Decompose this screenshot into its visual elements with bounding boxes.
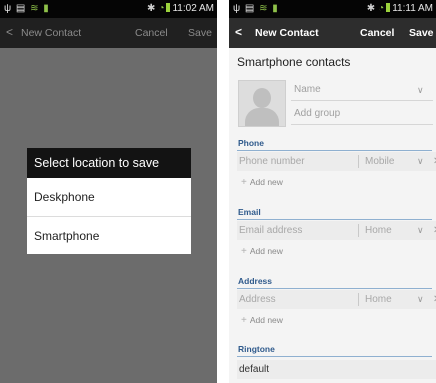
status-time: 11:11 AM bbox=[392, 3, 433, 14]
address-input[interactable]: Address bbox=[239, 290, 276, 309]
group-placeholder: Add group bbox=[294, 108, 341, 119]
address-type-select[interactable]: Home bbox=[358, 293, 392, 306]
save-button[interactable]: Save bbox=[409, 27, 434, 39]
cancel-button[interactable]: Cancel bbox=[135, 27, 168, 39]
option-deskphone[interactable]: Deskphone bbox=[27, 178, 191, 216]
status-bar: ψ ▤ ≋ ▮ ✱ ◔ 11:02 AM bbox=[0, 0, 217, 18]
action-bar-title: New Contact bbox=[21, 27, 82, 39]
wifi-icon: ◔ bbox=[158, 3, 165, 14]
wifi-icon: ◔ bbox=[378, 3, 385, 14]
name-placeholder: Name bbox=[294, 84, 321, 95]
left-phone-screen: ψ ▤ ≋ ▮ ✱ ◔ 11:02 AM < New Contact Cancel … bbox=[0, 0, 217, 383]
name-field[interactable]: Name ∨ bbox=[291, 79, 433, 101]
chevron-down-icon[interactable]: ∨ bbox=[417, 79, 424, 101]
plus-icon: + bbox=[241, 315, 247, 326]
address-row: Address Home ∨ ✕ bbox=[237, 290, 436, 309]
email-label: Email bbox=[238, 207, 261, 217]
status-time: 11:02 AM bbox=[172, 3, 214, 14]
email-type-select[interactable]: Home bbox=[358, 224, 392, 237]
bluetooth-icon: ✱ bbox=[366, 3, 376, 14]
ringtone-label: Ringtone bbox=[238, 344, 275, 354]
save-button[interactable]: Save bbox=[188, 27, 212, 39]
address-label: Address bbox=[238, 276, 273, 286]
add-new-label: Add new bbox=[249, 315, 283, 325]
right-phone-screen: ψ ▤ ≋ ▮ ✱ ◔ 11:11 AM < New Contact Cancel … bbox=[229, 0, 436, 383]
battery-icon bbox=[386, 3, 391, 12]
phone-add-new-button[interactable]: + Add new bbox=[241, 177, 283, 188]
section-title: Smartphone contacts bbox=[237, 55, 351, 69]
chevron-down-icon[interactable]: ∨ bbox=[417, 152, 424, 171]
battery-icon bbox=[166, 3, 171, 12]
add-new-label: Add new bbox=[249, 177, 283, 187]
status-right: ✱ ◔ 11:02 AM bbox=[147, 3, 214, 14]
address-add-new-button[interactable]: + Add new bbox=[241, 315, 283, 326]
chevron-down-icon[interactable]: ∨ bbox=[417, 290, 424, 309]
add-new-label: Add new bbox=[249, 246, 283, 256]
contact-avatar-icon[interactable] bbox=[238, 80, 286, 127]
bluetooth-icon: ✱ bbox=[147, 3, 156, 14]
add-group-field[interactable]: Add group bbox=[291, 103, 433, 125]
option-smartphone[interactable]: Smartphone bbox=[27, 217, 191, 255]
phone-number-row: Phone number Mobile ∨ ✕ bbox=[237, 152, 436, 171]
email-divider bbox=[237, 219, 432, 220]
ringtone-divider bbox=[237, 356, 432, 357]
email-input[interactable]: Email address bbox=[239, 221, 302, 240]
back-arrow-icon[interactable]: < bbox=[6, 25, 13, 39]
action-bar-title: New Contact bbox=[255, 27, 319, 39]
back-arrow-icon[interactable]: < bbox=[235, 25, 242, 39]
chevron-down-icon[interactable]: ∨ bbox=[417, 221, 424, 240]
notification-icons: ψ ▤ ≋ ▮ bbox=[4, 3, 50, 14]
cancel-button[interactable]: Cancel bbox=[360, 27, 394, 39]
action-bar: < New Contact Cancel Save bbox=[0, 18, 217, 48]
plus-icon: + bbox=[241, 177, 247, 188]
address-divider bbox=[237, 288, 432, 289]
email-add-new-button[interactable]: + Add new bbox=[241, 246, 283, 257]
notification-icons: ψ ▤ ≋ ▮ bbox=[233, 3, 279, 14]
dialog-title: Select location to save bbox=[27, 148, 191, 178]
phone-type-select[interactable]: Mobile bbox=[358, 155, 394, 168]
status-right: ✱ ◔ 11:11 AM bbox=[367, 3, 433, 14]
plus-icon: + bbox=[241, 246, 247, 257]
action-bar: < New Contact Cancel Save bbox=[229, 18, 436, 48]
phone-label: Phone bbox=[238, 138, 264, 148]
select-location-dialog: Select location to save Deskphone Smartp… bbox=[27, 148, 191, 254]
status-bar: ψ ▤ ≋ ▮ ✱ ◔ 11:11 AM bbox=[229, 0, 436, 18]
phone-number-input[interactable]: Phone number bbox=[239, 152, 305, 171]
phone-divider bbox=[237, 150, 432, 151]
ringtone-select[interactable]: default bbox=[237, 360, 436, 379]
email-row: Email address Home ∨ ✕ bbox=[237, 221, 436, 240]
